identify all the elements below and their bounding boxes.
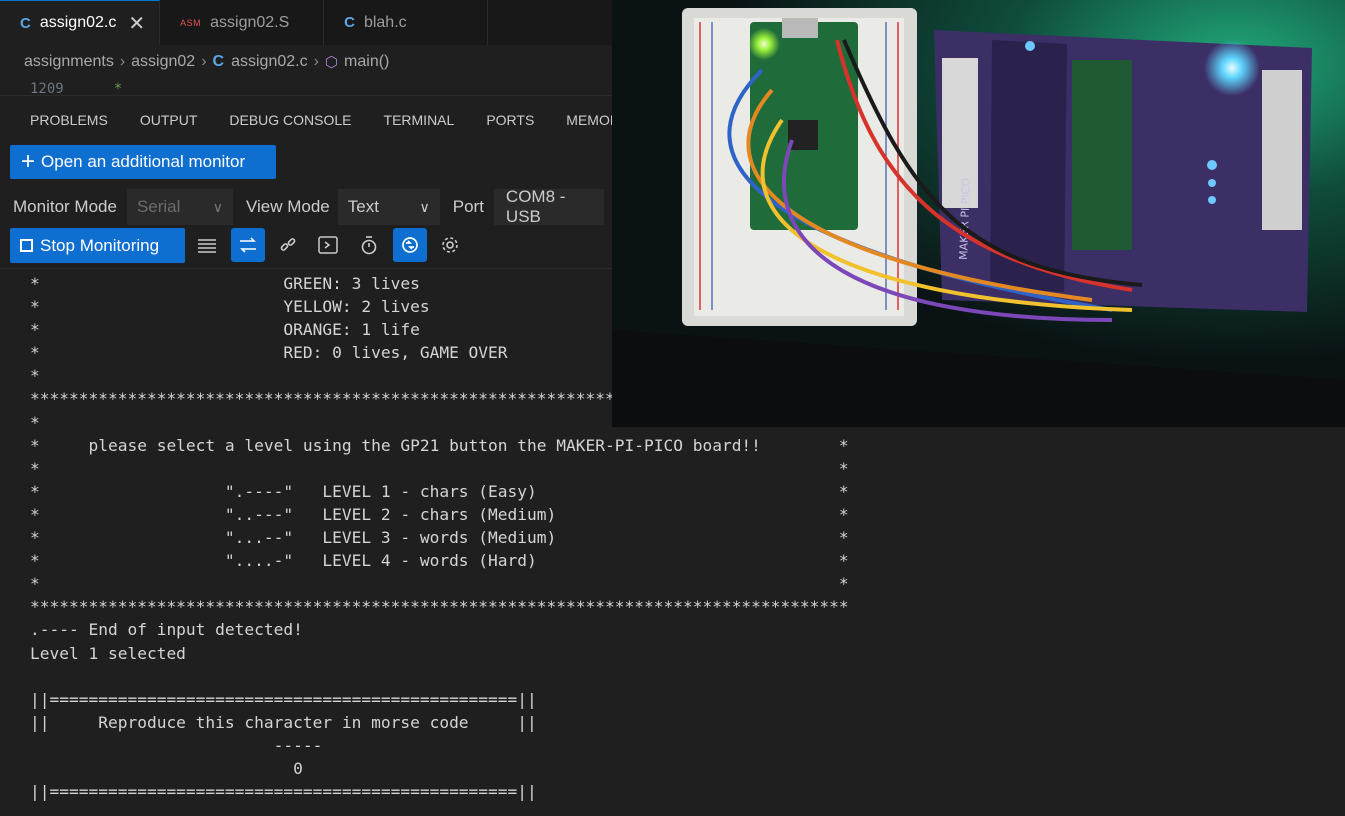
c-file-icon: C — [212, 53, 225, 70]
breadcrumb: assignments › assign02 › C assign02.c › … — [0, 45, 612, 79]
tab-terminal[interactable]: TERMINAL — [368, 112, 471, 128]
stopwatch-icon[interactable] — [352, 228, 386, 262]
breadcrumb-folder[interactable]: assignments — [24, 53, 114, 71]
tab-label: assign02.c — [39, 14, 117, 31]
panel-divider — [0, 268, 612, 269]
chevron-down-icon: ∨ — [212, 198, 223, 215]
console-line: || Reproduce this character in morse cod… — [30, 712, 537, 732]
chevron-right-icon: › — [313, 53, 319, 70]
list-icon[interactable] — [190, 228, 224, 262]
code-peek-line: 1209 * — [0, 79, 612, 96]
select-value: Text — [347, 197, 379, 216]
cube-symbol-icon: ⬡ — [324, 54, 339, 71]
console-line: ****************************************… — [30, 597, 849, 617]
console-line: .---- End of input detected! — [30, 620, 303, 640]
stop-monitoring-button[interactable]: Stop Monitoring — [10, 228, 185, 263]
port-select[interactable]: COM8 - USB — [493, 189, 604, 225]
gpio-led — [1208, 179, 1216, 187]
port-label: Port — [452, 197, 484, 216]
tab-assign02-c[interactable]: C assign02.c ✕ — [0, 0, 161, 45]
console-line: * "..---" LEVEL 2 - chars (Medium) * — [30, 504, 849, 524]
gear-icon[interactable] — [433, 228, 467, 262]
link-icon[interactable] — [271, 228, 305, 262]
c-file-icon: C — [344, 14, 355, 31]
console-line: Level 1 selected — [30, 643, 186, 663]
close-icon[interactable]: ✕ — [128, 11, 145, 36]
select-value: Serial — [136, 197, 181, 216]
gpio-led — [1207, 160, 1217, 170]
console-line: * "....-" LEVEL 4 - words (Hard) * — [30, 551, 849, 571]
view-mode-select[interactable]: Text ∨ — [337, 189, 440, 225]
panel-tab-bar: PROBLEMS OUTPUT DEBUG CONSOLE TERMINAL P… — [0, 100, 629, 140]
console-line: 0 — [30, 758, 303, 778]
asm-file-icon: ASM — [180, 17, 202, 28]
refresh-icon[interactable] — [393, 228, 427, 262]
console-line: ||======================================… — [30, 689, 537, 709]
chevron-right-icon: › — [119, 53, 126, 70]
swap-icon[interactable] — [231, 228, 265, 262]
console-line: * please select a level using the GP21 b… — [30, 435, 849, 455]
plus-icon: + — [21, 148, 36, 175]
view-mode-label: View Mode — [245, 197, 330, 216]
stop-square-icon — [20, 239, 33, 252]
chevron-down-icon: ∨ — [419, 198, 430, 215]
terminal-icon[interactable] — [311, 228, 345, 262]
tab-blah-c[interactable]: C blah.c — [324, 0, 489, 45]
button-label: Open an additional monitor — [41, 152, 246, 171]
breadcrumb-folder[interactable]: assign02 — [131, 53, 195, 71]
gpio-led — [1208, 196, 1216, 204]
tab-assign02-s[interactable]: ASM assign02.S — [160, 0, 325, 45]
monitor-mode-select[interactable]: Serial ∨ — [126, 189, 233, 225]
console-line: * * — [30, 574, 849, 594]
console-line: * ".----" LEVEL 1 - chars (Easy) * — [30, 481, 849, 501]
blue-rgb-led — [1204, 40, 1260, 96]
console-line: * * — [30, 458, 849, 478]
c-file-icon: C — [20, 14, 31, 32]
code-text: * — [113, 81, 123, 96]
line-number: 1209 — [30, 81, 64, 96]
gpio-led — [1025, 41, 1035, 51]
tab-label: blah.c — [363, 13, 407, 31]
green-status-led — [748, 28, 780, 60]
monitor-mode-label: Monitor Mode — [13, 197, 117, 216]
tab-output[interactable]: OUTPUT — [124, 112, 214, 128]
open-additional-monitor-button[interactable]: + Open an additional monitor — [10, 145, 276, 179]
tab-ports[interactable]: PORTS — [470, 112, 550, 128]
button-label: Stop Monitoring — [40, 235, 160, 255]
console-line: * "...--" LEVEL 3 - words (Medium) * — [30, 528, 849, 548]
breadcrumb-symbol[interactable]: main() — [344, 53, 389, 71]
monitor-settings-row: Monitor Mode Serial ∨ View Mode Text ∨ P… — [0, 187, 612, 227]
chevron-right-icon: › — [201, 53, 207, 70]
select-value: COM8 - USB — [505, 189, 566, 225]
tab-label: assign02.S — [210, 13, 290, 31]
editor-tab-bar: C assign02.c ✕ ASM assign02.S C blah.c — [0, 0, 612, 45]
console-line: ||======================================… — [30, 782, 537, 802]
breadcrumb-file[interactable]: assign02.c — [231, 53, 308, 71]
tab-debug-console[interactable]: DEBUG CONSOLE — [213, 112, 367, 128]
webcam-feed-image: MAKER PI PICO — [612, 0, 1345, 427]
console-line: ----- — [30, 735, 323, 755]
tab-problems[interactable]: PROBLEMS — [0, 112, 124, 128]
